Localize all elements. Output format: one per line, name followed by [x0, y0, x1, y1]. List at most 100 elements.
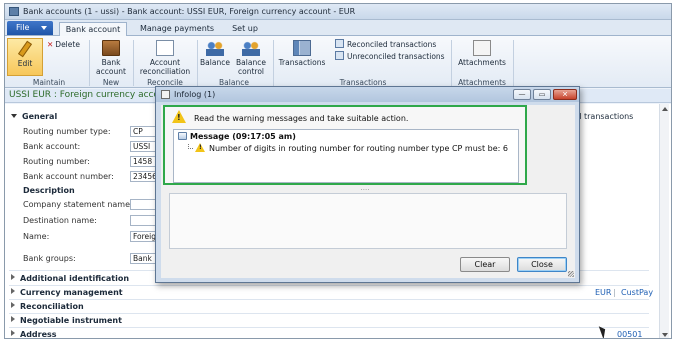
- section-address[interactable]: Address: [11, 330, 57, 339]
- reconciled-transactions-button[interactable]: Reconciled transactions: [335, 39, 436, 49]
- delete-button-label: Delete: [55, 40, 80, 49]
- edit-button-label: Edit: [17, 59, 33, 68]
- section-general[interactable]: General: [11, 112, 57, 121]
- chevron-down-icon: [41, 26, 47, 30]
- message-text: Number of digits in routing number for r…: [209, 144, 508, 153]
- section-divider: [9, 313, 649, 314]
- message-tree[interactable]: Message (09:17:05 am) Number of digits i…: [173, 129, 519, 183]
- clear-button[interactable]: Clear: [460, 257, 510, 272]
- scroll-down-icon[interactable]: [662, 333, 668, 337]
- summary-separator: |: [613, 288, 616, 297]
- attachments-icon: [473, 40, 491, 56]
- new-bank-account-button[interactable]: Bank account: [93, 40, 129, 76]
- application-icon: [9, 7, 19, 16]
- scroll-up-icon[interactable]: [662, 107, 668, 111]
- reconciliation-icon: [156, 40, 174, 56]
- edit-button[interactable]: Edit: [7, 38, 43, 76]
- balance-control-button[interactable]: Balance control: [233, 40, 269, 76]
- message-item[interactable]: Number of digits in routing number for r…: [188, 143, 508, 153]
- address-summary: 00501: [617, 330, 643, 339]
- window-title: Bank accounts (1 - ussi) - Bank account:…: [23, 7, 356, 16]
- expand-icon: [11, 274, 15, 280]
- group-separator: [89, 40, 90, 86]
- collapse-icon: [11, 114, 17, 118]
- bank-account-label: Bank account:: [23, 142, 81, 151]
- delete-button[interactable]: ✕ Delete: [47, 40, 80, 49]
- unreconciled-transactions-button[interactable]: Unreconciled transactions: [335, 51, 445, 61]
- ribbon-tab-row: File Bank account Manage payments Set up: [5, 20, 671, 36]
- unreconciled-transactions-icon: [335, 51, 344, 60]
- section-general-label: General: [22, 112, 58, 121]
- infolog-dialog: Infolog (1) — ▭ ✕ Read the warning messa…: [155, 86, 580, 283]
- warning-panel: Read the warning messages and take suita…: [163, 105, 527, 185]
- routing-number-label: Routing number:: [23, 157, 90, 166]
- unreconciled-transactions-label: Unreconciled transactions: [347, 52, 445, 61]
- maximize-button[interactable]: ▭: [533, 89, 551, 100]
- expand-icon: [11, 288, 15, 294]
- message-detail-pane[interactable]: [169, 193, 567, 249]
- balance-button[interactable]: Balance: [199, 40, 231, 67]
- warning-icon: [172, 110, 186, 123]
- close-button[interactable]: Close: [517, 257, 567, 272]
- vertical-scrollbar[interactable]: [659, 104, 669, 338]
- bank-account-icon: [102, 40, 120, 56]
- custpay-summary: CustPay: [621, 288, 654, 297]
- transactions-button[interactable]: Transactions: [277, 40, 327, 67]
- balance-icon: [206, 40, 224, 56]
- section-label: Currency management: [20, 288, 123, 297]
- file-menu-label: File: [16, 23, 30, 32]
- message-header-label: Message (09:17:05 am): [190, 132, 296, 141]
- form-title: USSI EUR : Foreign currency account: [9, 90, 174, 100]
- message-tree-header[interactable]: Message (09:17:05 am): [178, 132, 296, 141]
- balance-control-label-line1: Balance: [236, 58, 266, 67]
- section-negotiable-instrument[interactable]: Negotiable instrument: [11, 316, 122, 325]
- all-transactions-link[interactable]: ll transactions: [577, 112, 633, 121]
- resize-grip[interactable]: [568, 271, 574, 277]
- group-separator: [133, 40, 134, 86]
- group-separator: [513, 40, 514, 86]
- close-window-button[interactable]: ✕: [553, 89, 577, 100]
- tab-bank-account[interactable]: Bank account: [59, 22, 127, 36]
- section-reconciliation[interactable]: Reconciliation: [11, 302, 84, 311]
- pencil-icon: [16, 41, 34, 57]
- expand-icon: [11, 330, 15, 336]
- balance-control-icon: [242, 40, 260, 56]
- attachments-button[interactable]: Attachments: [455, 40, 509, 67]
- reconciled-transactions-icon: [335, 39, 344, 48]
- minimize-icon: —: [518, 90, 526, 98]
- warning-message: Read the warning messages and take suita…: [194, 114, 409, 123]
- bank-groups-label: Bank groups:: [23, 254, 76, 263]
- maximize-icon: ▭: [538, 90, 546, 98]
- new-bank-account-label-line2: account: [96, 67, 126, 76]
- group-label-maintain: Maintain: [32, 78, 66, 87]
- warning-icon: [195, 143, 205, 152]
- message-icon: [178, 132, 187, 140]
- group-separator: [273, 40, 274, 86]
- balance-control-label-line2: control: [238, 67, 264, 76]
- routing-number-type-label: Routing number type:: [23, 127, 111, 136]
- new-bank-account-label-line1: Bank: [101, 58, 121, 67]
- tab-manage-payments[interactable]: Manage payments: [133, 22, 221, 36]
- attachments-button-label: Attachments: [458, 58, 506, 67]
- expand-icon: [11, 302, 15, 308]
- pane-splitter[interactable]: ....: [161, 185, 569, 192]
- currency-summary: EUR: [595, 288, 612, 297]
- ribbon: Edit ✕ Delete Maintain Bank account New A…: [5, 36, 671, 88]
- infolog-icon: [161, 90, 170, 99]
- dialog-title: Infolog (1): [174, 90, 216, 99]
- account-reconciliation-label-line2: reconciliation: [139, 67, 191, 76]
- dialog-title-bar[interactable]: Infolog (1) — ▭ ✕: [156, 87, 579, 102]
- expand-icon: [11, 316, 15, 322]
- group-separator: [197, 40, 198, 86]
- application-window: Bank accounts (1 - ussi) - Bank account:…: [4, 3, 672, 339]
- section-currency-management[interactable]: Currency management: [11, 288, 123, 297]
- minimize-button[interactable]: —: [513, 89, 531, 100]
- delete-icon: ✕: [47, 40, 54, 49]
- tab-set-up[interactable]: Set up: [225, 22, 265, 36]
- section-additional-identification[interactable]: Additional identification: [11, 274, 129, 283]
- section-label: Negotiable instrument: [20, 316, 122, 325]
- description-header: Description: [23, 186, 75, 195]
- section-label: Address: [20, 330, 57, 339]
- account-reconciliation-button[interactable]: Account reconciliation: [137, 40, 193, 76]
- file-menu-button[interactable]: File: [7, 21, 53, 35]
